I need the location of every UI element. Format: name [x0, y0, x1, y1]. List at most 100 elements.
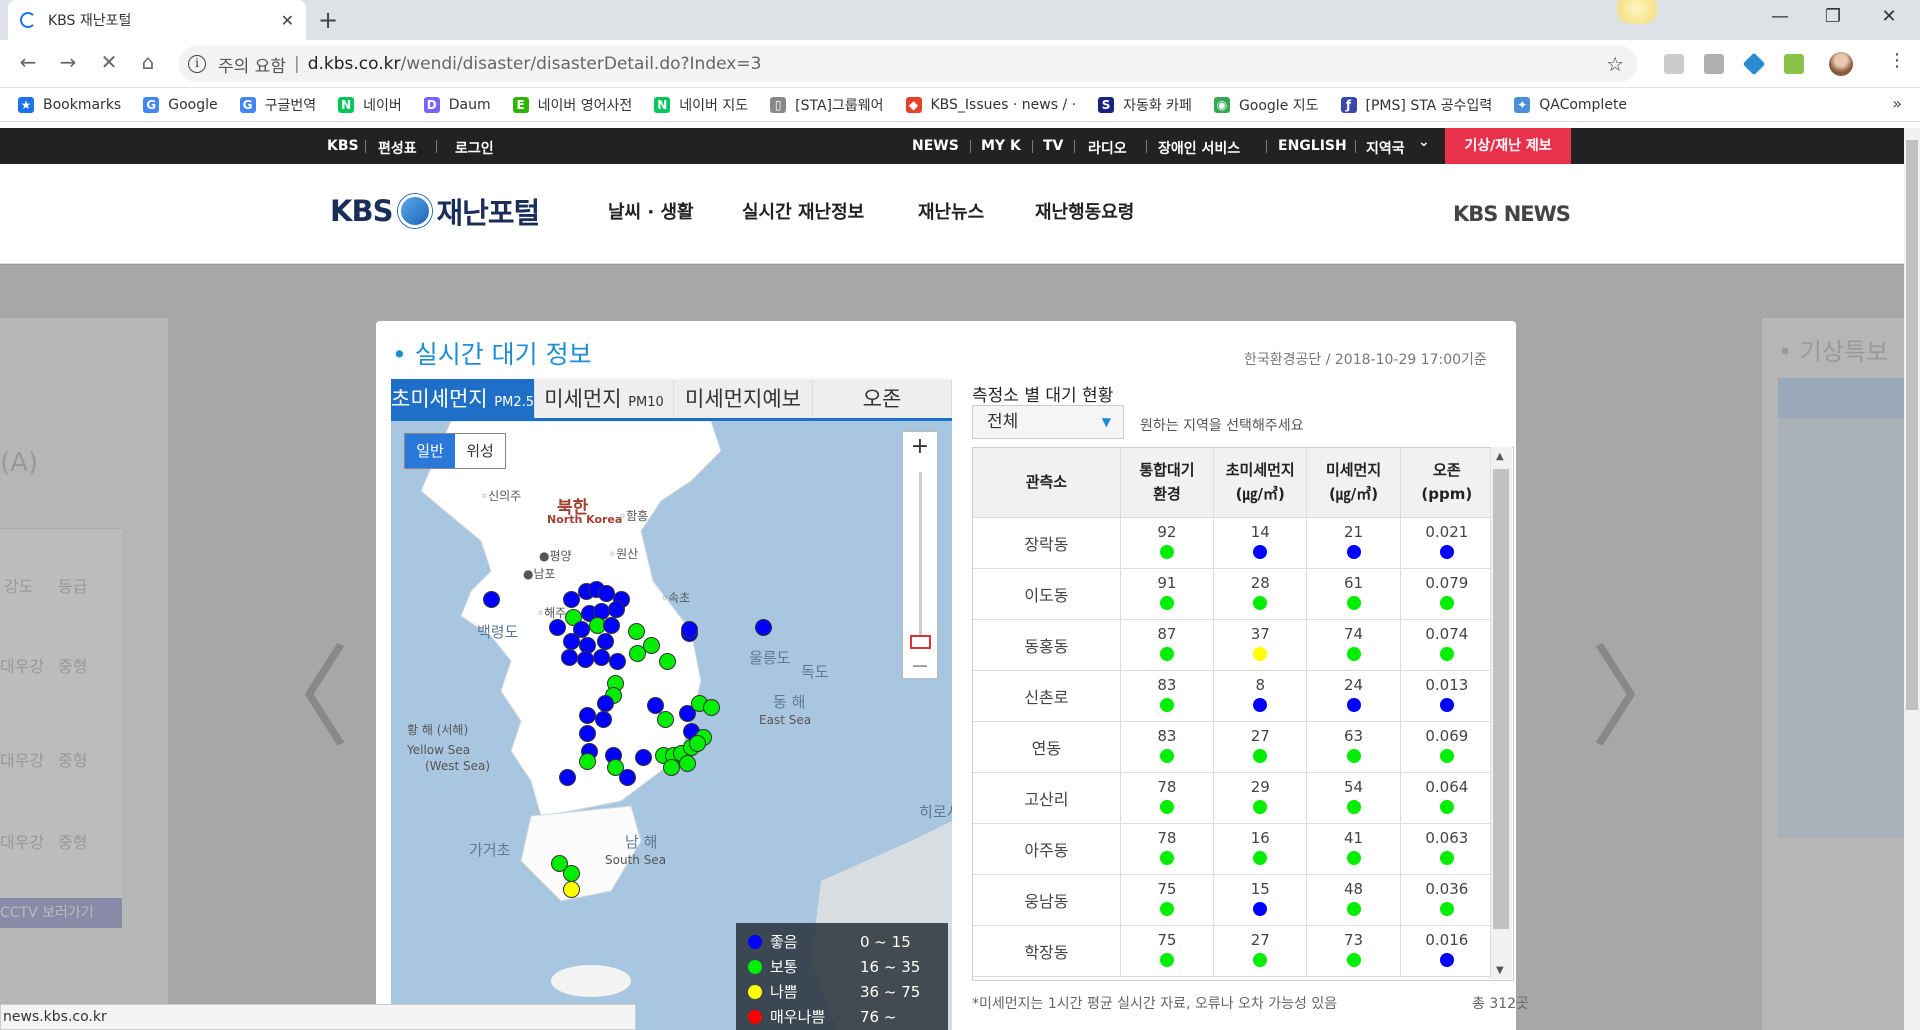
zoom-handle[interactable]	[910, 635, 931, 649]
bookmark-item[interactable]: ✦ QAComplete	[1514, 96, 1627, 113]
page-scroll-thumb[interactable]	[1906, 140, 1918, 710]
air-quality-map[interactable]: 일반 위성 + − 북한 North Korea ◦신의주 ◦함흥 ●평양 ◦원산 ●남포 ◦…	[391, 421, 952, 1030]
station-marker[interactable]	[563, 881, 580, 898]
table-row[interactable]: 장락동 92 14 21 0.021	[973, 517, 1495, 569]
topbar-link-news[interactable]: NEWS	[912, 138, 959, 154]
menu-icon[interactable]: ⋮	[1888, 50, 1906, 71]
map-type-satellite[interactable]: 위성	[455, 434, 505, 468]
window-close-icon[interactable]: ✕	[1869, 6, 1909, 27]
table-row[interactable]: 동홍동 87 37 74 0.074	[973, 619, 1495, 671]
station-marker[interactable]	[703, 699, 720, 716]
station-marker[interactable]	[549, 619, 566, 636]
tab-forecast[interactable]: 미세먼지예보	[674, 379, 813, 418]
profile-avatar[interactable]	[1829, 52, 1853, 76]
home-icon[interactable]: ⌂	[134, 50, 162, 74]
station-marker[interactable]	[483, 591, 500, 608]
station-marker[interactable]	[579, 753, 596, 770]
station-marker[interactable]	[629, 645, 646, 662]
topbar-link-regional[interactable]: 지역국	[1366, 138, 1405, 158]
report-button[interactable]: 기상/재난 제보	[1445, 128, 1571, 164]
station-marker[interactable]	[659, 653, 676, 670]
tab-pm10[interactable]: 미세먼지 PM10	[535, 379, 675, 418]
bookmark-item[interactable]: S 자동화 카페	[1098, 95, 1192, 115]
station-marker[interactable]	[559, 769, 576, 786]
topbar-link-myk[interactable]: MY K	[981, 138, 1021, 154]
stop-loading-icon[interactable]: ✕	[95, 50, 123, 74]
station-marker[interactable]	[635, 749, 652, 766]
close-tab-icon[interactable]: ✕	[281, 11, 294, 30]
back-icon[interactable]: ←	[14, 50, 42, 74]
restore-icon[interactable]: ❐	[1813, 6, 1853, 27]
extension-icon[interactable]	[1784, 54, 1804, 74]
bookmark-item[interactable]: G 구글번역	[239, 95, 316, 115]
table-row[interactable]: 연동 83 27 63 0.069	[973, 721, 1495, 773]
map-type-normal[interactable]: 일반	[405, 434, 455, 468]
new-tab-button[interactable]: +	[318, 6, 338, 34]
nav-weather-life[interactable]: 날씨 · 생활	[608, 198, 694, 224]
extension-icon[interactable]	[1742, 52, 1766, 76]
browser-tab[interactable]: KBS 재난포털 ✕	[8, 0, 306, 40]
station-marker[interactable]	[577, 651, 594, 668]
table-row[interactable]: 아주동 78 16 41 0.063	[973, 823, 1495, 875]
table-row[interactable]: 웅남동 75 15 48 0.036	[973, 874, 1495, 926]
bookmark-item[interactable]: N 네이버 지도	[654, 95, 748, 115]
station-marker[interactable]	[561, 649, 578, 666]
nav-realtime-disaster[interactable]: 실시간 재난정보	[742, 198, 864, 224]
tab-ozone[interactable]: 오존	[813, 379, 952, 418]
station-marker[interactable]	[619, 769, 636, 786]
station-marker[interactable]	[579, 707, 596, 724]
station-marker[interactable]	[663, 759, 680, 776]
topbar-link-english[interactable]: ENGLISH	[1278, 138, 1347, 154]
bookmark-star-icon[interactable]: ☆	[1606, 52, 1624, 76]
zoom-in-button[interactable]: +	[903, 434, 937, 459]
topbar-link-schedule[interactable]: 편성표	[378, 138, 417, 158]
zoom-out-button[interactable]: −	[903, 654, 937, 679]
tab-pm25[interactable]: 초미세먼지 PM2.5	[391, 379, 536, 418]
table-row[interactable]: 고산리 78 29 54 0.064	[973, 772, 1495, 824]
scroll-down-icon[interactable]: ▼	[1496, 965, 1504, 976]
station-marker[interactable]	[563, 633, 580, 650]
topbar-link-kbs[interactable]: KBS	[327, 138, 359, 154]
station-marker[interactable]	[681, 621, 698, 638]
topbar-link-accessibility[interactable]: 장애인 서비스	[1158, 138, 1240, 158]
station-marker[interactable]	[603, 617, 620, 634]
bookmarks-more-icon[interactable]: »	[1892, 94, 1902, 113]
next-arrow-icon[interactable]: 〉	[1590, 608, 1700, 768]
station-marker[interactable]	[755, 619, 772, 636]
map-type-toggle[interactable]: 일반 위성	[404, 433, 506, 469]
station-marker[interactable]	[689, 735, 706, 752]
station-marker[interactable]	[679, 755, 696, 772]
station-marker[interactable]	[608, 601, 625, 618]
bookmark-item[interactable]: ◆ KBS_Issues · news / ·	[905, 96, 1076, 113]
station-marker[interactable]	[628, 623, 645, 640]
table-row[interactable]: 신촌로 83 8 24 0.013	[973, 670, 1495, 722]
topbar-link-login[interactable]: 로그인	[455, 138, 494, 158]
topbar-link-radio[interactable]: 라디오	[1088, 138, 1127, 158]
station-marker[interactable]	[551, 855, 568, 872]
zoom-track[interactable]	[919, 472, 922, 642]
bookmark-item[interactable]: ▯ [STA]그룹웨어	[770, 95, 884, 115]
bookmark-item[interactable]: ƒ [PMS] STA 공수입력	[1340, 95, 1492, 115]
table-row[interactable]: 학장동 75 27 73 0.016	[973, 925, 1495, 977]
info-icon[interactable]: i	[188, 55, 206, 73]
station-marker[interactable]	[657, 711, 674, 728]
forward-icon[interactable]: →	[54, 50, 82, 74]
bookmark-item[interactable]: D Daum	[423, 96, 491, 113]
station-marker[interactable]	[593, 649, 610, 666]
station-marker[interactable]	[597, 695, 614, 712]
region-select[interactable]: 전체 ▼	[972, 405, 1124, 439]
address-bar[interactable]: i 주의 요함 | d.kbs.co.kr /wendi/disaster/di…	[178, 46, 1638, 82]
chevron-down-icon[interactable]: ⌄	[1418, 134, 1430, 150]
topbar-link-tv[interactable]: TV	[1043, 138, 1063, 154]
table-row[interactable]: 이도동 91 28 61 0.079	[973, 568, 1495, 620]
station-marker[interactable]	[609, 653, 626, 670]
bookmark-item[interactable]: N 네이버	[338, 95, 402, 115]
site-logo[interactable]: KBS 재난포털	[330, 190, 540, 232]
extension-icon[interactable]	[1704, 54, 1724, 74]
extension-icon[interactable]	[1664, 54, 1684, 74]
station-marker[interactable]	[597, 633, 614, 650]
bookmark-item[interactable]: E 네이버 영어사전	[512, 95, 632, 115]
kbs-news-logo[interactable]: KBS NEWS	[1453, 202, 1571, 226]
prev-arrow-icon[interactable]: 〈	[240, 608, 350, 768]
minimize-icon[interactable]: —	[1760, 6, 1800, 27]
